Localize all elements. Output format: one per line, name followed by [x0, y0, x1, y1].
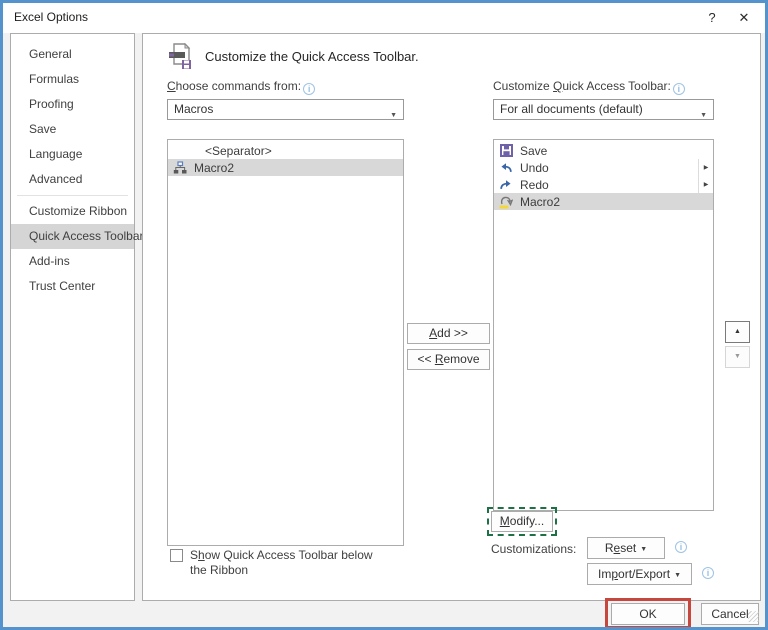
titlebar: Excel Options ? ✕: [3, 3, 765, 33]
save-icon: [498, 144, 514, 158]
customizations-label: Customizations:: [491, 542, 577, 556]
commands-list[interactable]: <Separator> Macro2: [167, 139, 404, 546]
modify-button[interactable]: Modify...: [487, 507, 557, 536]
chevron-down-icon: ▼: [390, 112, 397, 119]
ok-button[interactable]: OK: [611, 603, 685, 625]
main-panel: Customize the Quick Access Toolbar. Choo…: [142, 33, 761, 601]
chevron-down-icon: ▼: [700, 112, 707, 119]
sidebar-divider: [17, 195, 128, 196]
sidebar-item-trust-center[interactable]: Trust Center: [11, 274, 134, 299]
info-icon[interactable]: i: [675, 541, 687, 553]
sidebar-item-formulas[interactable]: Formulas: [11, 67, 134, 92]
macro-org-chart-icon: [172, 160, 188, 175]
qat-list[interactable]: Save Undo ▶ Redo ▶ Macro2: [493, 139, 714, 511]
add-button[interactable]: Add >>: [407, 323, 490, 344]
show-qat-below-ribbon-row: Show Quick Access Toolbar below the Ribb…: [170, 548, 400, 578]
customize-qat-dropdown[interactable]: For all documents (default) ▼: [493, 99, 714, 120]
dialog-title: Excel Options: [14, 10, 89, 24]
checkbox-label: Show Quick Access Toolbar below the Ribb…: [190, 548, 373, 577]
list-item[interactable]: Macro2: [168, 159, 403, 176]
list-item[interactable]: Undo ▶: [494, 159, 713, 176]
choose-commands-label: Choose commands from: i: [167, 79, 316, 95]
down-arrow-icon: ▼: [734, 353, 741, 360]
move-up-button[interactable]: ▲: [725, 321, 750, 343]
help-icon[interactable]: ?: [699, 7, 725, 29]
redo-icon: [498, 178, 514, 192]
info-icon[interactable]: i: [303, 83, 316, 95]
chevron-down-icon: ▼: [640, 546, 648, 553]
dialog-body: Excel Options ? ✕ General Formulas Proof…: [3, 3, 765, 627]
show-qat-below-ribbon-checkbox[interactable]: [170, 549, 183, 562]
sidebar-item-customize-ribbon[interactable]: Customize Ribbon: [11, 199, 134, 224]
sidebar: General Formulas Proofing Save Language …: [10, 33, 144, 601]
list-item[interactable]: Macro2: [494, 193, 713, 210]
choose-commands-dropdown[interactable]: Macros ▼: [167, 99, 404, 120]
reset-button[interactable]: Reset ▼: [587, 537, 665, 559]
sidebar-item-general[interactable]: General: [11, 42, 134, 67]
remove-button[interactable]: << Remove: [407, 349, 490, 370]
sidebar-item-advanced[interactable]: Advanced: [11, 167, 134, 192]
up-arrow-icon: ▲: [734, 328, 741, 335]
resize-grip[interactable]: [748, 611, 759, 622]
page-title: Customize the Quick Access Toolbar.: [205, 49, 419, 64]
sidebar-item-proofing[interactable]: Proofing: [11, 92, 134, 117]
excel-options-dialog: Excel Options ? ✕ General Formulas Proof…: [0, 0, 768, 630]
chevron-down-icon: ▼: [674, 572, 681, 579]
sidebar-item-quick-access-toolbar[interactable]: Quick Access Toolbar: [11, 224, 144, 249]
sidebar-item-add-ins[interactable]: Add-ins: [11, 249, 134, 274]
close-icon[interactable]: ✕: [731, 7, 757, 29]
sidebar-item-save[interactable]: Save: [11, 117, 134, 142]
flyout-arrow-icon: ▶: [698, 159, 713, 176]
list-item[interactable]: Redo ▶: [494, 176, 713, 193]
info-icon[interactable]: i: [702, 567, 714, 579]
info-icon[interactable]: i: [672, 83, 685, 95]
customize-toolbar-icon: [167, 42, 195, 72]
macro-icon: [498, 195, 514, 209]
import-export-button[interactable]: Import/Export ▼: [587, 563, 692, 585]
list-item[interactable]: Save: [494, 142, 713, 159]
flyout-arrow-icon: ▶: [698, 176, 713, 193]
move-down-button[interactable]: ▼: [725, 346, 750, 368]
sidebar-item-language[interactable]: Language: [11, 142, 134, 167]
customize-qat-label: Customize Quick Access Toolbar: i: [493, 79, 685, 95]
list-item[interactable]: <Separator>: [168, 142, 403, 159]
undo-icon: [498, 161, 514, 175]
